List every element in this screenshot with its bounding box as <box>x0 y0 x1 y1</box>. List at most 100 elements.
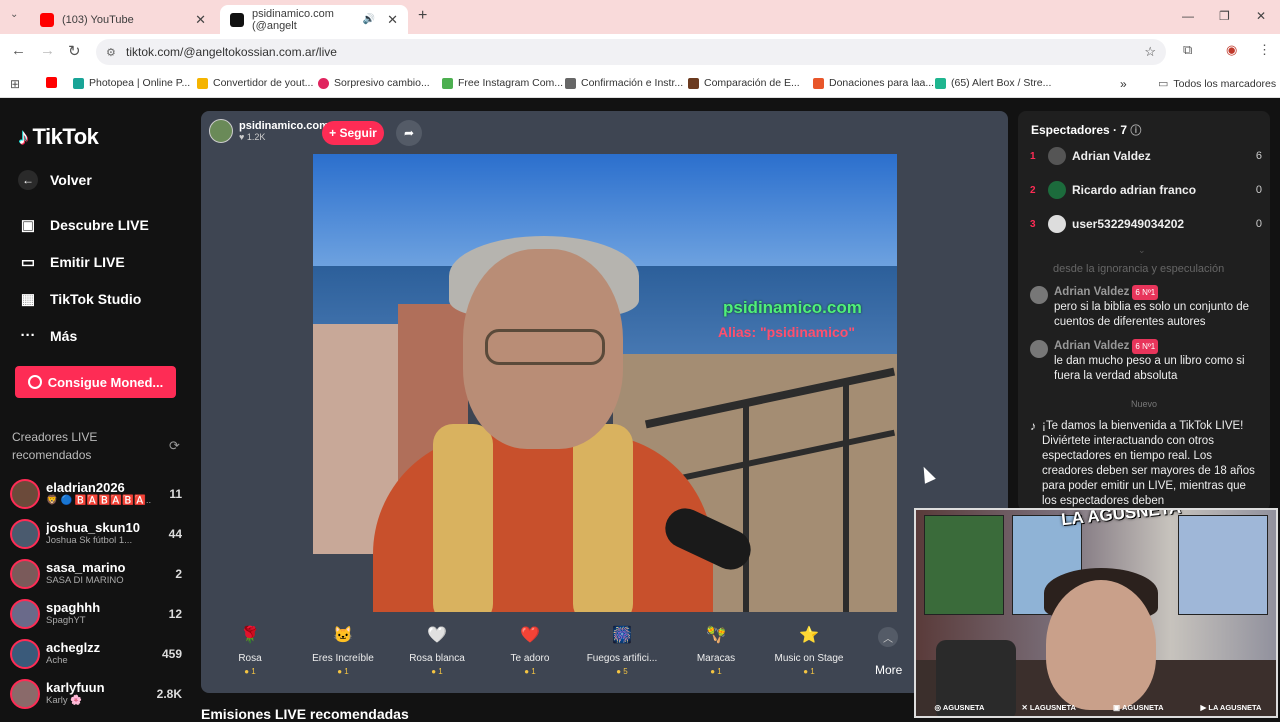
gift-name: Eres Increíble <box>312 653 374 664</box>
bookmark-item[interactable]: Photopea | Online P... <box>73 77 190 89</box>
gift-item[interactable]: 🌹 Rosa ● 1 <box>203 621 297 676</box>
close-icon[interactable]: ✕ <box>195 12 206 28</box>
avatar <box>1048 181 1066 199</box>
back-button[interactable]: ← Volver <box>18 170 92 190</box>
creator-name: spaghhh <box>46 601 101 615</box>
x-handle: ✕ LAGUSNETA <box>1021 702 1076 712</box>
bookmark-item[interactable]: Sorpresivo cambio... <box>318 77 430 89</box>
tiktok-logo[interactable]: ♪ TikTok <box>18 124 99 150</box>
chat-message: Adrian Valdez 6 Nº1 le dan mucho peso a un… <box>1030 339 1262 384</box>
new-messages-separator: Nuevo <box>1130 399 1157 409</box>
gift-price: ● 1 <box>524 667 536 676</box>
gift-price-value: 1 <box>810 667 815 676</box>
webcam-overlay: LA AGUSNETA ◎ AGUSNETA ✕ LAGUSNETA ▣ AGU… <box>914 508 1278 718</box>
all-bookmarks-folder[interactable]: ▭ Todos los marcadores <box>1158 77 1276 91</box>
close-window-icon[interactable]: ✕ <box>1256 9 1266 23</box>
more-dots-icon: ··· <box>20 327 36 344</box>
host-avatar[interactable] <box>209 119 233 143</box>
tab-tiktok[interactable]: psidinamico.com (@angelt 🔊 ✕ <box>220 5 408 34</box>
close-icon[interactable]: ✕ <box>387 12 398 28</box>
nav-label: TikTok Studio <box>50 291 142 307</box>
social-handle: LA AGUSNETA <box>1208 702 1262 712</box>
refresh-icon[interactable]: ⟳ <box>169 438 180 454</box>
extensions-icon[interactable]: ⧉ <box>1183 42 1192 58</box>
viewer-score: 6 <box>1255 150 1262 162</box>
minimize-icon[interactable]: — <box>1182 9 1194 23</box>
gift-price-value: 1 <box>344 667 349 676</box>
gift-item[interactable]: ⭐ Music on Stage ● 1 <box>762 621 856 676</box>
creator-item[interactable]: karlyfuun Karly 🌸 2.8K <box>10 676 182 712</box>
bookmark-item[interactable]: Donaciones para laa... <box>813 77 934 89</box>
creator-item[interactable]: acheglzz Ache 459 <box>10 636 182 672</box>
tab-search-icon[interactable]: ⌄ <box>10 9 18 20</box>
avatar <box>1030 340 1048 358</box>
gift-item[interactable]: 🐱 Eres Increíble ● 1 <box>296 621 390 676</box>
profile-icon[interactable]: ◉ <box>1226 42 1237 58</box>
speaker-icon[interactable]: 🔊 <box>363 14 375 25</box>
folder-icon <box>197 77 208 89</box>
gift-item[interactable]: ❤️ Te adoro ● 1 <box>483 621 577 676</box>
address-bar-row: ← → ↻ ⚙ tiktok.com/@angeltokossian.com.a… <box>0 34 1280 70</box>
viewer-row[interactable]: 1 Adrian Valdez 6 <box>1030 144 1262 168</box>
gift-item[interactable]: 🤍 Rosa blanca ● 1 <box>390 621 484 676</box>
reload-icon[interactable]: ↻ <box>68 42 81 60</box>
viewers-title: Espectadores · 7 ⓘ <box>1031 122 1141 138</box>
gift-item[interactable]: 🎆 Fuegos artifici... ● 5 <box>575 621 669 676</box>
creator-item[interactable]: joshua_skun10 Joshua Sk fútbol 1... 44 <box>10 516 182 552</box>
bookmark-youtube[interactable] <box>46 77 57 88</box>
creator-subtitle: Karly 🌸 <box>46 695 83 706</box>
creator-item[interactable]: spaghhh SpaghYT 12 <box>10 596 182 632</box>
video-scarf <box>433 424 493 612</box>
welcome-text: ¡Te damos la bienvenida a TikTok LIVE! D… <box>1042 420 1255 507</box>
viewer-rank: 1 <box>1030 150 1036 162</box>
viewers-title-text: Espectadores · 7 <box>1031 123 1128 137</box>
video-camera-icon: ▭ <box>20 254 36 271</box>
tab-youtube[interactable]: (103) YouTube ✕ <box>30 5 216 34</box>
chat-panel: Espectadores · 7 ⓘ 1 Adrian Valdez 6 2 R… <box>1018 111 1270 511</box>
bookmark-item[interactable]: Convertidor de yout... <box>197 77 313 89</box>
back-arrow-icon[interactable]: ← <box>11 42 26 59</box>
more-bookmarks-icon[interactable]: » <box>1120 77 1127 91</box>
viewer-row[interactable]: 3 user5322949034202 0 <box>1030 212 1262 236</box>
creator-item[interactable]: sasa_marino SASA DI MARINO 2 <box>10 556 182 592</box>
gift-price: ● 1 <box>244 667 256 676</box>
url-input[interactable]: ⚙ tiktok.com/@angeltokossian.com.ar/live… <box>96 39 1166 65</box>
video-overlay-site: psidinamico.com <box>723 298 862 317</box>
bookmark-item[interactable]: Free Instagram Com... <box>442 77 563 89</box>
bookmark-label: Free Instagram Com... <box>458 77 564 89</box>
host-info[interactable]: psidinamico.com ♥ 1.2K <box>209 119 329 143</box>
restore-icon[interactable]: ❐ <box>1219 9 1230 23</box>
bookmark-star-icon[interactable]: ☆ <box>1144 44 1156 60</box>
chevron-down-icon[interactable]: ⌄ <box>1138 245 1146 256</box>
nav-tiktok-studio[interactable]: ▦ TikTok Studio <box>18 290 141 308</box>
info-icon[interactable]: ⓘ <box>1130 125 1141 137</box>
maracas-gift-icon: 🪇 <box>706 627 726 644</box>
menu-kebab-icon[interactable]: ⋮ <box>1258 42 1271 58</box>
chat-username[interactable]: Adrian Valdez <box>1054 286 1129 298</box>
chevron-up-icon[interactable]: ︿ <box>878 627 898 647</box>
avatar <box>10 599 40 629</box>
cat-gift-icon: 🐱 <box>333 627 353 644</box>
nav-emitir-live[interactable]: ▭ Emitir LIVE <box>18 253 125 271</box>
bookmark-label: Donaciones para laa... <box>829 77 935 89</box>
share-icon[interactable]: ➦ <box>396 120 422 146</box>
chat-username[interactable]: Adrian Valdez <box>1054 340 1129 352</box>
nav-descubre-live[interactable]: ▣ Descubre LIVE <box>18 216 149 234</box>
creator-item[interactable]: eladrian2026 🦁 🔵 🅱️🅰️🅱️🅰️🅱️🅰️.. 11 <box>10 476 182 512</box>
recommended-creators-title: Creadores LIVE recomendados <box>12 430 98 462</box>
forward-arrow-icon[interactable]: → <box>40 42 55 59</box>
more-gifts-button[interactable]: More <box>875 663 902 677</box>
bookmark-item[interactable]: Comparación de E... <box>688 77 800 89</box>
nav-mas[interactable]: ··· Más <box>18 327 78 344</box>
follow-button[interactable]: + Seguir <box>322 121 384 145</box>
get-coins-button[interactable]: Consigue Moned... <box>15 366 176 398</box>
viewer-row[interactable]: 2 Ricardo adrian franco 0 <box>1030 178 1262 202</box>
gift-item[interactable]: 🪇 Maracas ● 1 <box>669 621 763 676</box>
bookmark-item[interactable]: (65) Alert Box / Stre... <box>935 77 1051 89</box>
live-video[interactable]: psidinamico.com Alias: "psidinamico" <box>313 154 897 612</box>
site-info-icon[interactable]: ⚙ <box>106 46 116 59</box>
tiktok-sidebar: ♪ TikTok ← Volver ▣ Descubre LIVE ▭ Emit… <box>0 98 196 720</box>
new-tab-button[interactable]: + <box>418 7 427 25</box>
bookmark-item[interactable]: Confirmación e Instr... <box>565 77 683 89</box>
apps-grid-icon[interactable]: ⊞ <box>10 77 20 91</box>
